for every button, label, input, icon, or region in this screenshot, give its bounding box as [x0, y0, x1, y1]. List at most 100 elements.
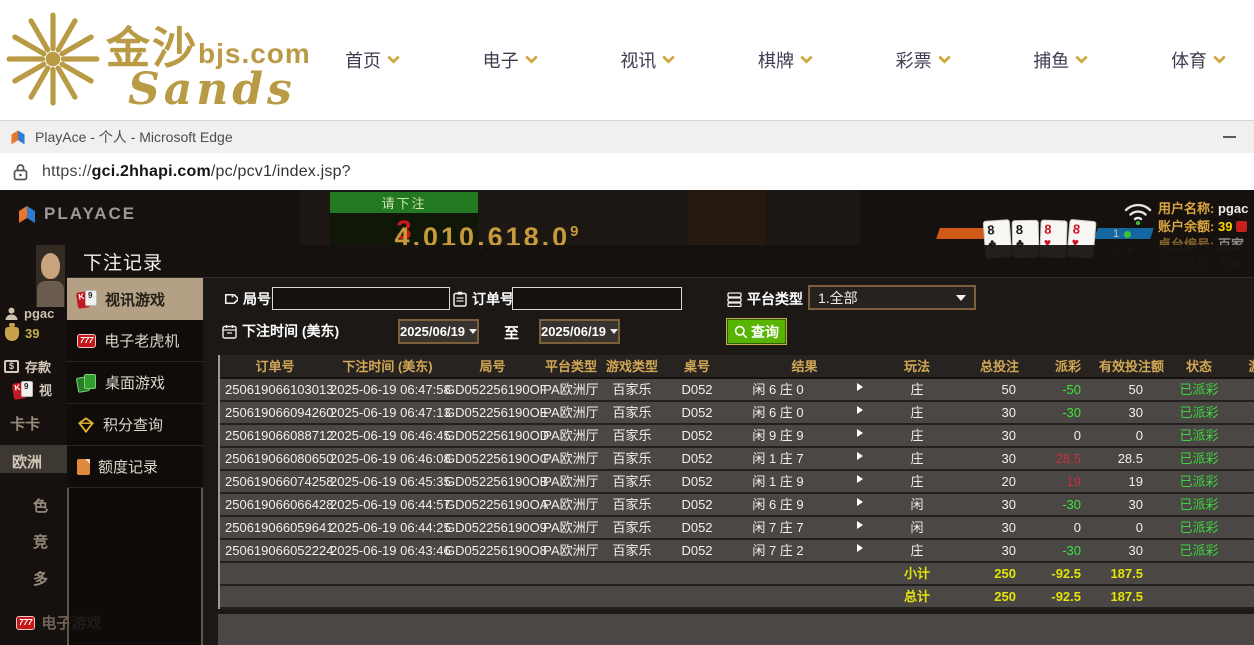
cell-status: 已派彩 [1169, 494, 1229, 515]
main-nav: 首页 电子 视讯 棋牌 彩票 捕鱼 体育 [345, 0, 1224, 120]
modal-menu-video-games[interactable]: K9 视讯游戏 [67, 278, 203, 320]
date-from-picker[interactable]: 2025/06/19 [398, 319, 479, 344]
search-button[interactable]: 查询 [727, 319, 786, 344]
to-label: 至 [504, 322, 519, 343]
cell-play: 庄 [877, 402, 957, 423]
order-number-input[interactable] [512, 287, 682, 310]
round-number-input[interactable] [272, 287, 450, 310]
cell-payout: 19 [1042, 471, 1094, 492]
cell-result: 闲 7 庄 7 [732, 517, 824, 538]
sands-logo[interactable]: 金沙bjs.com Sands [6, 12, 311, 115]
modal-menu: K9 视讯游戏 777 电子老虎机 桌面游戏 积分查询 [67, 278, 203, 488]
col-table: 桌号 [662, 355, 732, 378]
col-time: 下注时间 (美东) [330, 355, 445, 378]
lobby-menu-item[interactable]: 欧洲 [12, 451, 42, 472]
user-name-line: 用户名称: pgac [1158, 198, 1248, 217]
lock-icon[interactable] [13, 163, 28, 181]
nav-item-slots[interactable]: 电子 [483, 47, 536, 73]
cell-status: 已派彩 [1169, 425, 1229, 446]
avatar[interactable] [36, 245, 65, 307]
calendar-icon [222, 324, 237, 339]
chevron-down-icon [1075, 51, 1088, 64]
total-valid: 187.5 [1094, 586, 1169, 607]
cell-table: D052 [662, 471, 732, 492]
cell-status: 已派彩 [1169, 517, 1229, 538]
cell-time: 2025-06-19 06:46:08 [330, 448, 445, 469]
cell-round: GD052256190OD [445, 425, 540, 446]
screen: 金沙bjs.com Sands 首页 电子 视讯 棋牌 彩票 捕鱼 体育 Pla… [0, 0, 1254, 645]
cell-valid: 19 [1094, 471, 1169, 492]
cell-valid: 30 [1094, 494, 1169, 515]
modal-menu-slots[interactable]: 777 电子老虎机 [67, 320, 203, 362]
cell-time: 2025-06-19 06:46:45 [330, 425, 445, 446]
nav-item-board[interactable]: 棋牌 [758, 47, 811, 73]
bet-prompt: 请下注 [330, 192, 478, 213]
slot-777-icon: 777 [77, 334, 96, 348]
modal-menu-points[interactable]: 积分查询 [67, 404, 203, 446]
cell-play: 闲 [877, 517, 957, 538]
lobby-menu-item[interactable]: 竞 [33, 531, 48, 552]
cell-result: 闲 6 庄 0 [732, 402, 824, 423]
cell-order: 250619066094260 [220, 402, 330, 423]
cell-platform: PA欧洲厅 [540, 448, 602, 469]
cell-video [1229, 448, 1254, 469]
wifi-icon [1122, 200, 1154, 226]
nav-item-home[interactable]: 首页 [345, 47, 398, 73]
online-dot [1124, 231, 1131, 238]
url-bar[interactable]: https://gci.2hhapi.com/pc/pcv1/index.jsp… [0, 153, 1254, 190]
modal-menu-table-games[interactable]: 桌面游戏 [67, 362, 203, 404]
nav-item-sports[interactable]: 体育 [1171, 47, 1224, 73]
cell-table: D052 [662, 379, 732, 400]
col-payout: 派彩 [1042, 355, 1094, 378]
cell-game: 百家乐 [602, 379, 662, 400]
refresh-badge-icon[interactable] [1236, 221, 1247, 232]
bet-records-modal: 下注记录 K9 视讯游戏 777 电子老虎机 桌面游戏 [67, 245, 1254, 645]
lobby-menu-item[interactable]: 多 [33, 568, 48, 589]
total-payout: -92.5 [1042, 586, 1094, 607]
address-text[interactable]: https://gci.2hhapi.com/pc/pcv1/index.jsp… [42, 163, 351, 181]
playace-favicon [9, 128, 27, 146]
table-row: 250619066066428 2025-06-19 06:44:57 GD05… [220, 494, 1254, 517]
chevron-down-icon [800, 51, 813, 64]
cell-time: 2025-06-19 06:47:13 [330, 402, 445, 423]
slot-777-icon: 777 [16, 616, 35, 630]
lobby-menu-item[interactable]: 色 [33, 495, 48, 516]
cell-table: D052 [662, 517, 732, 538]
lobby-menu-item[interactable]: 卡卡 [10, 413, 40, 434]
platform-filter-label: 平台类型 [727, 289, 803, 309]
cell-platform: PA欧洲厅 [540, 540, 602, 561]
seat-indicator: 1 [1113, 228, 1131, 240]
nav-item-live[interactable]: 视讯 [620, 47, 673, 73]
col-round: 局号 [445, 355, 540, 378]
cell-result: 闲 7 庄 2 [732, 540, 824, 561]
cell-round: GD052256190OE [445, 402, 540, 423]
document-icon [77, 459, 90, 475]
sidebar-deposit[interactable]: $ 存款 [4, 357, 51, 376]
cell-payout: -30 [1042, 402, 1094, 423]
table-row: 250619066059641 2025-06-19 06:44:25 GD05… [220, 517, 1254, 540]
date-to-picker[interactable]: 2025/06/19 [539, 319, 620, 344]
order-filter-label: 订单号 [453, 289, 514, 309]
cell-game: 百家乐 [602, 448, 662, 469]
cell-game: 百家乐 [602, 494, 662, 515]
platform-type-select[interactable]: 1.全部 [808, 285, 976, 310]
modal-menu-quota[interactable]: 额度记录 [67, 446, 203, 488]
nav-item-lottery[interactable]: 彩票 [896, 47, 949, 73]
cell-table: D052 [662, 425, 732, 446]
cell-video [1229, 402, 1254, 423]
window-title: PlayAce - 个人 - Microsoft Edge [35, 127, 233, 147]
cell-valid: 30 [1094, 540, 1169, 561]
subtotal-valid: 187.5 [1094, 563, 1169, 584]
cell-bet: 20 [957, 471, 1042, 492]
subtotal-payout: -92.5 [1042, 563, 1094, 584]
cell-bet: 30 [957, 402, 1042, 423]
cell-time: 2025-06-19 06:45:35 [330, 471, 445, 492]
minimize-button[interactable] [1223, 136, 1236, 138]
money-bag-icon [5, 327, 19, 341]
clipboard-icon [453, 291, 467, 307]
nav-item-fishing[interactable]: 捕鱼 [1033, 47, 1086, 73]
cell-play: 庄 [877, 471, 957, 492]
sidebar-video-games[interactable]: K9 视 [13, 380, 52, 399]
cell-bet: 30 [957, 494, 1042, 515]
cell-platform: PA欧洲厅 [540, 494, 602, 515]
